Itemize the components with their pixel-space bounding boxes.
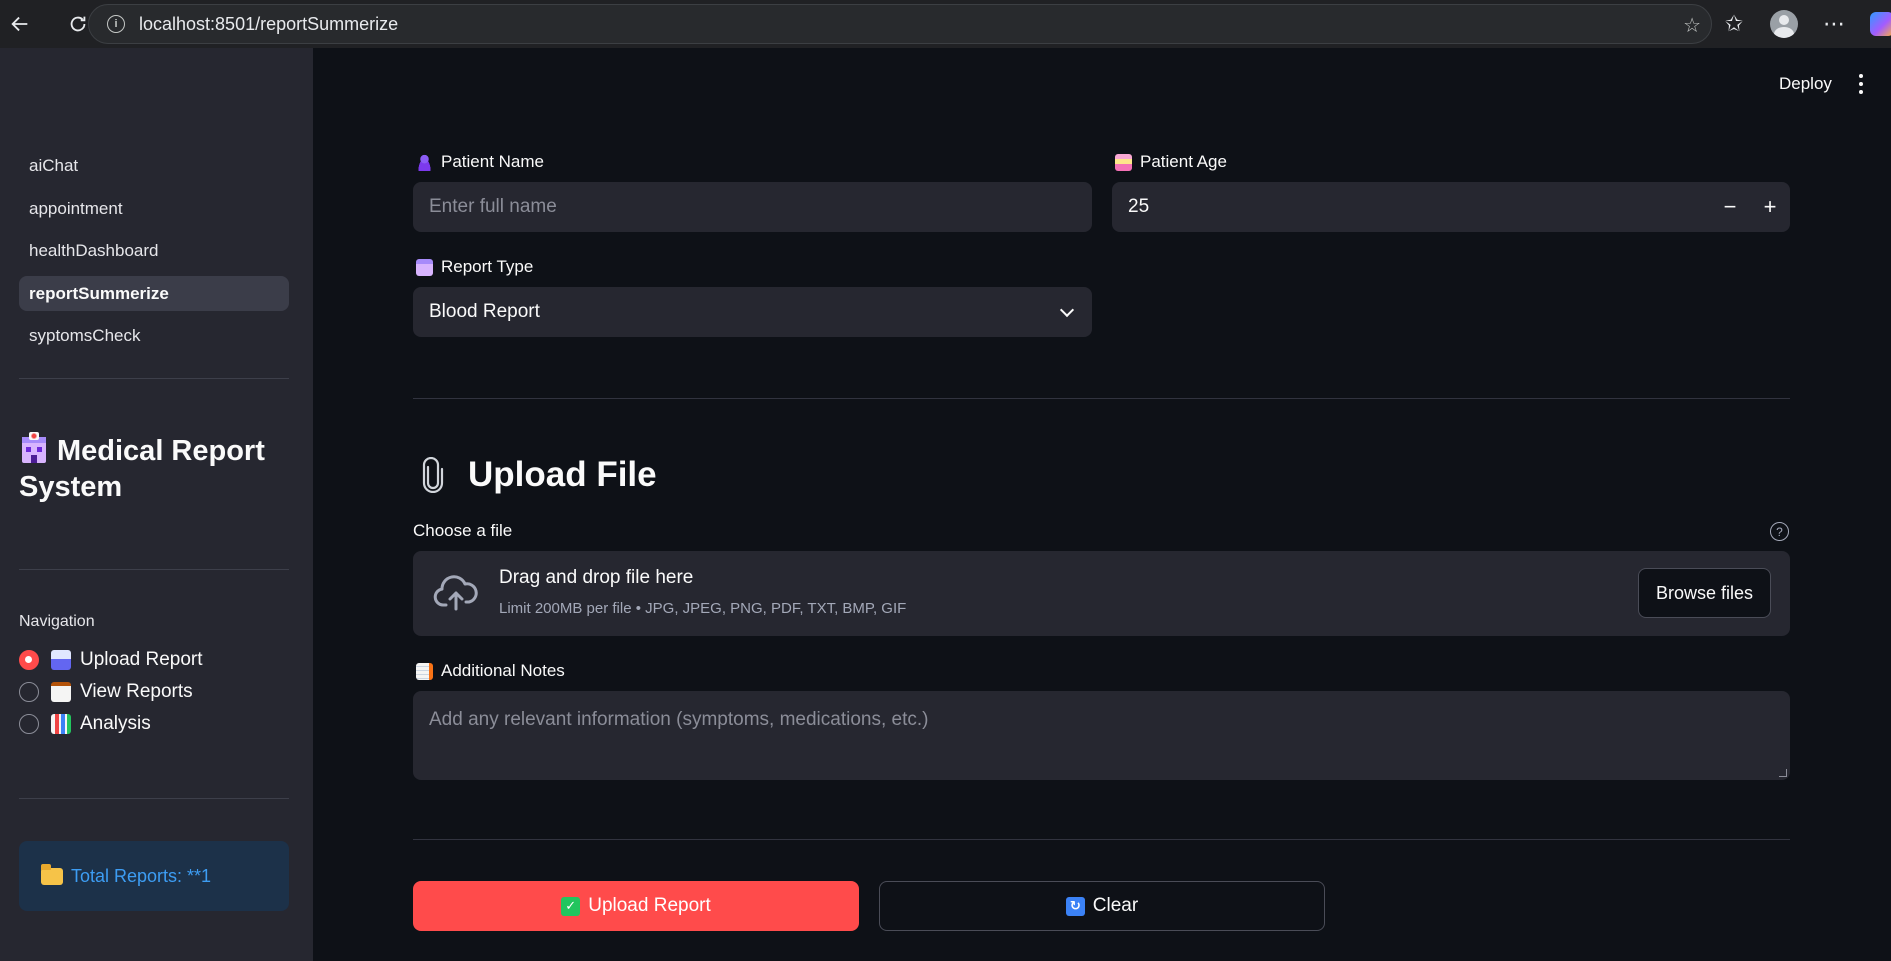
section-divider bbox=[413, 398, 1790, 399]
sidebar-item-appointment[interactable]: appointment bbox=[19, 191, 289, 226]
choose-file-label: Choose a file bbox=[413, 521, 513, 540]
file-dropzone[interactable]: Drag and drop file here Limit 200MB per … bbox=[413, 551, 1790, 636]
page-nav: aiChat appointment healthDashboard repor… bbox=[19, 148, 289, 361]
radio-button[interactable] bbox=[19, 714, 39, 734]
radio-button-selected[interactable] bbox=[19, 650, 39, 670]
report-type-label-text: Report Type bbox=[441, 257, 534, 276]
hospital-icon bbox=[19, 431, 49, 465]
birthday-cake-icon bbox=[1115, 153, 1132, 171]
url-text: localhost:8501/reportSummerize bbox=[139, 13, 399, 34]
patient-age-stepper[interactable]: 25 − + bbox=[1112, 182, 1790, 232]
upload-file-heading: Upload File bbox=[420, 455, 657, 495]
sidebar-divider bbox=[19, 569, 289, 570]
total-reports-text: Total Reports: **1 bbox=[71, 865, 212, 886]
sidebar-item-aichat[interactable]: aiChat bbox=[19, 148, 289, 183]
section-divider bbox=[413, 839, 1790, 840]
sidebar: aiChat appointment healthDashboard repor… bbox=[0, 48, 313, 961]
upload-report-button[interactable]: ✓ Upload Report bbox=[413, 881, 859, 931]
inbox-tray-icon bbox=[51, 650, 71, 670]
clear-button-label: Clear bbox=[1092, 895, 1139, 916]
sidebar-title: Medical Report System bbox=[19, 431, 289, 505]
browse-files-button[interactable]: Browse files bbox=[1638, 568, 1771, 618]
patient-name-placeholder: Enter full name bbox=[429, 196, 557, 217]
sidebar-item-reportsummerize[interactable]: reportSummerize bbox=[19, 275, 289, 311]
person-icon bbox=[416, 153, 433, 171]
help-icon[interactable]: ? bbox=[1770, 522, 1789, 541]
total-reports-info: Total Reports: **1 bbox=[19, 841, 289, 911]
navigation-radio-group: Upload Report View Reports Analysis bbox=[19, 644, 203, 740]
sidebar-divider bbox=[19, 798, 289, 799]
clear-button[interactable]: ↻ Clear bbox=[879, 881, 1325, 931]
site-info-icon[interactable]: i bbox=[107, 15, 125, 33]
address-bar[interactable]: i localhost:8501/reportSummerize ☆ bbox=[88, 4, 1712, 44]
report-type-value: Blood Report bbox=[429, 301, 540, 322]
bar-chart-icon bbox=[51, 714, 71, 734]
radio-upload-report[interactable]: Upload Report bbox=[19, 644, 203, 676]
refresh-icon: ↻ bbox=[1065, 896, 1085, 916]
radio-analysis[interactable]: Analysis bbox=[19, 708, 203, 740]
upload-file-heading-text: Upload File bbox=[468, 455, 657, 494]
decrement-button[interactable]: − bbox=[1710, 182, 1750, 232]
patient-name-input[interactable]: Enter full name bbox=[413, 182, 1092, 232]
copilot-icon[interactable] bbox=[1870, 12, 1891, 36]
chevron-down-icon[interactable] bbox=[1059, 302, 1075, 318]
radio-label: View Reports bbox=[80, 681, 193, 702]
navigation-label: Navigation bbox=[19, 613, 95, 630]
report-type-select[interactable]: Blood Report bbox=[413, 287, 1092, 337]
patient-age-label-text: Patient Age bbox=[1140, 152, 1227, 171]
patient-age-label: Patient Age bbox=[1115, 152, 1227, 172]
cloud-upload-icon bbox=[433, 575, 478, 611]
additional-notes-label: Additional Notes bbox=[416, 661, 565, 681]
paperclip-icon bbox=[422, 457, 444, 493]
check-mark-icon: ✓ bbox=[561, 896, 581, 916]
patient-age-value[interactable]: 25 bbox=[1128, 196, 1149, 218]
additional-notes-label-text: Additional Notes bbox=[441, 661, 565, 680]
more-options-icon[interactable]: ⋯ bbox=[1820, 11, 1848, 37]
additional-notes-textarea[interactable]: Add any relevant information (symptoms, … bbox=[413, 691, 1790, 780]
resize-handle-icon[interactable] bbox=[1779, 769, 1787, 777]
favorites-icon[interactable]: ✩ bbox=[1720, 11, 1748, 37]
radio-label: Upload Report bbox=[80, 649, 203, 670]
clipboard-icon bbox=[51, 682, 71, 702]
sidebar-divider bbox=[19, 378, 289, 379]
folder-icon bbox=[41, 863, 63, 885]
dropzone-title: Drag and drop file here bbox=[499, 567, 694, 588]
radio-view-reports[interactable]: View Reports bbox=[19, 676, 203, 708]
hospital-icon bbox=[416, 258, 433, 276]
bookmark-star-icon[interactable]: ☆ bbox=[1683, 13, 1701, 38]
upload-report-button-label: Upload Report bbox=[588, 895, 711, 916]
memo-icon bbox=[416, 662, 433, 680]
sidebar-title-text: Medical Report System bbox=[19, 435, 265, 503]
sidebar-item-healthdashboard[interactable]: healthDashboard bbox=[19, 233, 289, 268]
increment-button[interactable]: + bbox=[1750, 182, 1790, 232]
radio-button[interactable] bbox=[19, 682, 39, 702]
back-arrow-icon[interactable] bbox=[0, 4, 40, 44]
dropzone-limits: Limit 200MB per file • JPG, JPEG, PNG, P… bbox=[499, 600, 907, 617]
main-menu-icon[interactable] bbox=[1858, 74, 1864, 94]
sidebar-item-syptomscheck[interactable]: syptomsCheck bbox=[19, 318, 289, 353]
patient-name-label-text: Patient Name bbox=[441, 152, 544, 171]
radio-label: Analysis bbox=[80, 713, 151, 734]
profile-avatar[interactable] bbox=[1770, 10, 1798, 38]
browser-toolbar: i localhost:8501/reportSummerize ☆ ✩ ⋯ bbox=[0, 0, 1891, 48]
notes-placeholder: Add any relevant information (symptoms, … bbox=[429, 709, 929, 730]
deploy-button[interactable]: Deploy bbox=[1779, 74, 1832, 94]
report-type-label: Report Type bbox=[416, 257, 533, 277]
patient-name-label: Patient Name bbox=[416, 152, 544, 172]
